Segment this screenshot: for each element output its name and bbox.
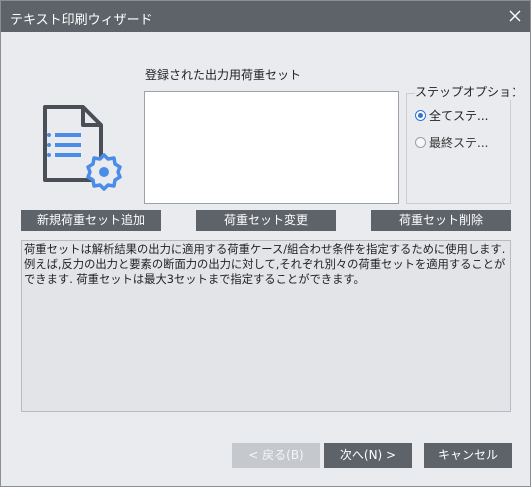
add-load-set-button[interactable]: 新規荷重セット追加 xyxy=(21,210,161,231)
close-icon[interactable] xyxy=(506,7,524,25)
next-button[interactable]: 次へ(N) > xyxy=(324,443,412,468)
step-option-legend: ステップオプション xyxy=(415,83,515,100)
modify-load-set-button[interactable]: 荷重セット変更 xyxy=(196,210,336,231)
cancel-button[interactable]: キャンセル xyxy=(424,443,512,468)
radio-checked-icon xyxy=(415,109,426,121)
back-button[interactable]: < 戻る(B) xyxy=(232,443,320,468)
last-step-label: 最終ステ... xyxy=(429,135,489,150)
last-step-radio[interactable]: 最終ステ... xyxy=(415,134,488,150)
all-steps-label: 全てステ... xyxy=(429,108,489,123)
all-steps-radio[interactable]: 全てステ... xyxy=(415,107,488,123)
registered-load-sets-list[interactable] xyxy=(144,91,399,204)
delete-load-set-button[interactable]: 荷重セット削除 xyxy=(371,210,511,231)
document-settings-icon xyxy=(39,104,123,194)
registered-load-sets-label: 登録された出力用荷重セット xyxy=(145,68,302,82)
window-title: テキスト印刷ウィザード xyxy=(10,13,153,28)
title-bar[interactable]: テキスト印刷ウィザード xyxy=(1,1,530,32)
description-text: 荷重セットは解析結果の出力に適用する荷重ケース/組合わせ条件を指定するために使用… xyxy=(21,240,511,412)
text-print-wizard-dialog: テキスト印刷ウィザード 登録された出力用荷重セット ステップオプション 全てステ… xyxy=(0,0,531,487)
radio-unchecked-icon xyxy=(415,136,426,148)
